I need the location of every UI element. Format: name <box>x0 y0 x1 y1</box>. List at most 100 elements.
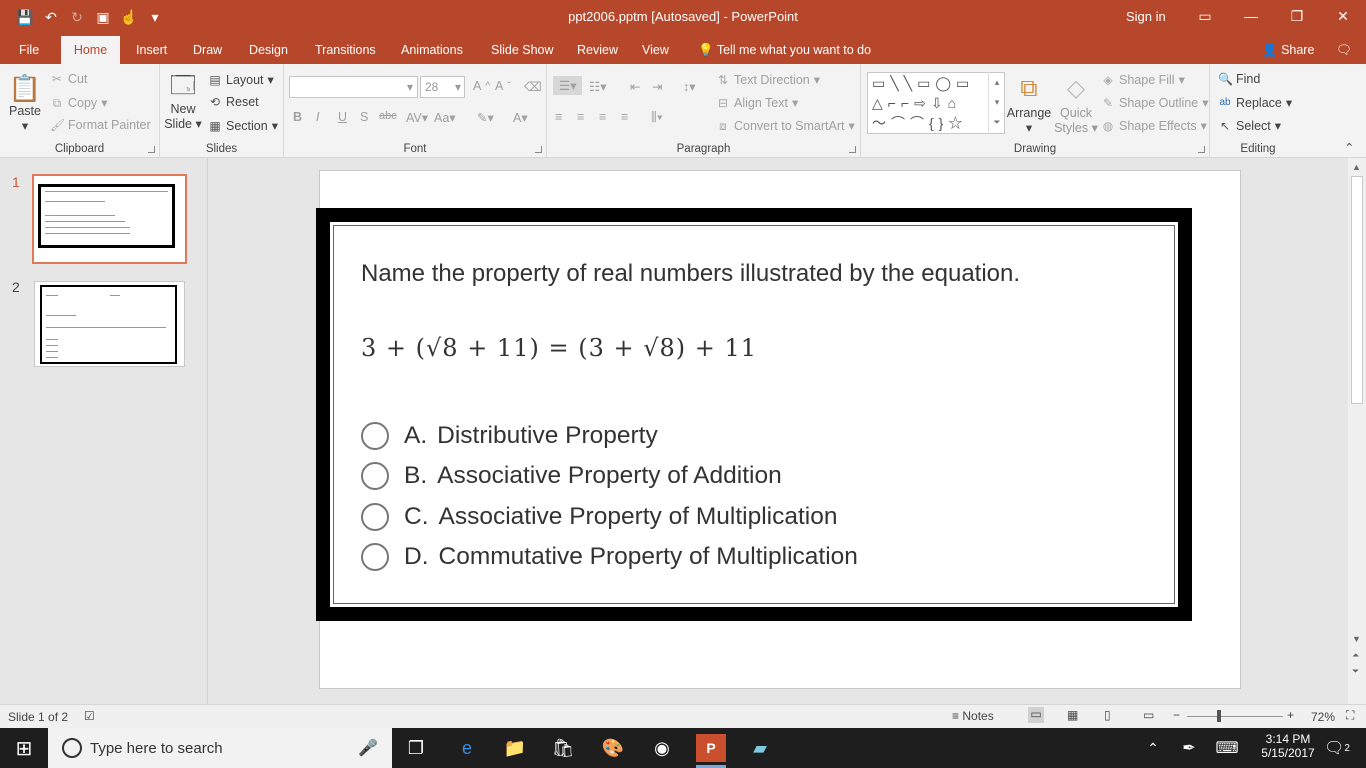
previous-slide-icon[interactable]: ⏶ <box>1352 650 1359 661</box>
increase-indent-icon[interactable]: ⇥ <box>652 79 662 94</box>
pen-icon[interactable]: ✒ <box>1174 734 1204 762</box>
align-text-button[interactable]: ⊟ Align Text ▾ <box>716 95 798 111</box>
scrollbar-thumb[interactable] <box>1351 176 1363 404</box>
copy-button[interactable]: ⧉ Copy ▾ <box>50 95 108 111</box>
cut-button[interactable]: ✂ Cut <box>50 72 87 86</box>
tab-review[interactable]: Review <box>567 36 628 64</box>
slide-sorter-icon[interactable]: ▦ <box>1067 708 1078 722</box>
slide-thumbnail-1[interactable] <box>32 174 187 264</box>
font-size-input[interactable]: 28 ▾ <box>420 76 465 98</box>
notes-app-icon[interactable]: ▰ <box>745 734 775 762</box>
tab-file[interactable]: File <box>9 36 49 64</box>
align-left-icon[interactable]: ≡ <box>555 110 562 124</box>
decrease-font-size-button[interactable]: Aˇ <box>495 79 511 93</box>
chrome-icon[interactable]: ◉ <box>647 734 677 762</box>
select-button[interactable]: ↖ Select ▾ <box>1218 118 1281 134</box>
tell-me-box[interactable]: 💡 Tell me what you want to do <box>688 36 881 64</box>
close-button[interactable]: ✕ <box>1320 0 1366 32</box>
find-button[interactable]: 🔍 Find <box>1218 72 1260 86</box>
zoom-slider-thumb[interactable] <box>1217 710 1221 722</box>
shape-effects-button[interactable]: ◍ Shape Effects ▾ <box>1101 118 1207 134</box>
vertical-scrollbar[interactable]: ▲ ▼ ⏶ ⏷ <box>1348 158 1366 704</box>
text-direction-button[interactable]: ⇅ Text Direction ▾ <box>716 72 820 88</box>
slide-show-icon[interactable]: ▭ <box>1143 708 1154 722</box>
store-icon[interactable]: 🛍 <box>548 734 578 762</box>
dialog-launcher-icon[interactable] <box>148 146 155 153</box>
task-view-icon[interactable]: ❐ <box>401 734 431 762</box>
section-button[interactable]: ▦ Section ▾ <box>208 118 278 134</box>
shape-outline-button[interactable]: ✎ Shape Outline ▾ <box>1101 95 1209 111</box>
align-center-icon[interactable]: ≡ <box>577 110 584 124</box>
reset-button[interactable]: ⟲ Reset <box>208 95 259 109</box>
tab-insert[interactable]: Insert <box>126 36 177 64</box>
share-button[interactable]: 👤 Share <box>1252 36 1324 64</box>
paint-app-icon[interactable]: 🎨 <box>598 734 628 762</box>
normal-view-icon[interactable]: ▭ <box>1028 707 1044 723</box>
scroll-down-icon[interactable]: ▼ <box>1352 634 1361 644</box>
font-name-input[interactable]: ▾ <box>289 76 418 98</box>
format-painter-button[interactable]: 🖌 Format Painter <box>50 118 151 132</box>
slide-canvas[interactable]: Name the property of real numbers illust… <box>316 170 1241 689</box>
dialog-launcher-icon[interactable] <box>1198 146 1205 153</box>
scroll-up-icon[interactable]: ▲ <box>1352 162 1361 172</box>
spell-check-icon[interactable]: ☑ <box>84 709 95 723</box>
convert-smartart-button[interactable]: ⧈ Convert to SmartArt ▾ <box>716 118 855 134</box>
restore-button[interactable]: ❐ <box>1274 0 1320 32</box>
microphone-icon[interactable]: 🎤 <box>358 738 378 758</box>
columns-icon[interactable]: ⫼▾ <box>651 110 663 125</box>
arrange-button[interactable]: ⧉ Arrange ▾ <box>1006 72 1052 136</box>
paste-button[interactable]: 📋 Paste ▾ <box>6 72 44 134</box>
bold-button[interactable]: B <box>293 110 302 124</box>
next-slide-icon[interactable]: ⏷ <box>1352 666 1359 677</box>
zoom-in-icon[interactable]: + <box>1287 708 1294 722</box>
zoom-out-icon[interactable]: − <box>1173 708 1180 722</box>
character-spacing-icon[interactable]: AV▾ <box>406 110 428 125</box>
layout-button[interactable]: ▤ Layout ▾ <box>208 72 273 88</box>
change-case-icon[interactable]: Aa▾ <box>434 110 456 125</box>
file-explorer-icon[interactable]: 📁 <box>500 734 530 762</box>
tab-slide-show[interactable]: Slide Show <box>481 36 564 64</box>
windows-start-icon[interactable]: ⊞ <box>9 734 39 762</box>
clear-formatting-icon[interactable]: ⌫ <box>524 79 542 94</box>
highlight-icon[interactable]: ✎▾ <box>477 110 494 125</box>
collapse-ribbon-icon[interactable]: ⌃ <box>1344 140 1354 155</box>
numbering-icon[interactable]: ☷▾ <box>589 79 606 94</box>
zoom-level[interactable]: 72% <box>1311 710 1335 724</box>
line-spacing-icon[interactable]: ↕▾ <box>683 79 696 94</box>
tab-design[interactable]: Design <box>239 36 298 64</box>
clock[interactable]: 3:14 PM 5/15/2017 <box>1256 732 1320 760</box>
increase-font-size-button[interactable]: A ^ <box>473 79 490 93</box>
strikethrough-button[interactable]: abc <box>379 110 397 122</box>
italic-button[interactable]: I <box>316 110 319 124</box>
shadow-button[interactable]: S <box>360 110 368 124</box>
ribbon-display-options-icon[interactable]: ▭ <box>1182 0 1228 32</box>
zoom-slider[interactable] <box>1187 716 1283 717</box>
align-right-icon[interactable]: ≡ <box>599 110 606 124</box>
tab-draw[interactable]: Draw <box>183 36 232 64</box>
show-hidden-icons-icon[interactable]: ⌃ <box>1138 734 1168 762</box>
replace-button[interactable]: ab Replace ▾ <box>1218 95 1292 111</box>
tab-home[interactable]: Home <box>61 36 120 64</box>
comments-icon[interactable]: 🗨 <box>1326 36 1362 64</box>
powerpoint-icon[interactable]: P <box>696 734 726 762</box>
question-image-frame[interactable]: Name the property of real numbers illust… <box>316 208 1192 621</box>
keyboard-icon[interactable]: ⌨ <box>1212 734 1242 762</box>
justify-icon[interactable]: ≡ <box>621 110 628 124</box>
font-color-icon[interactable]: A▾ <box>513 110 528 125</box>
shape-fill-button[interactable]: ◈ Shape Fill ▾ <box>1101 72 1185 88</box>
taskbar-search-box[interactable]: Type here to search 🎤 <box>48 728 392 768</box>
tab-view[interactable]: View <box>632 36 679 64</box>
decrease-indent-icon[interactable]: ⇤ <box>630 79 640 94</box>
underline-button[interactable]: U <box>338 110 347 124</box>
dialog-launcher-icon[interactable] <box>535 146 542 153</box>
bullets-icon[interactable]: ☰▾ <box>553 76 583 95</box>
tab-transitions[interactable]: Transitions <box>305 36 386 64</box>
dialog-launcher-icon[interactable] <box>849 146 856 153</box>
fit-to-window-icon[interactable]: ⛶ <box>1346 708 1354 723</box>
sign-in-link[interactable]: Sign in <box>1126 9 1166 24</box>
minimize-button[interactable]: — <box>1228 0 1274 32</box>
tab-animations[interactable]: Animations <box>391 36 473 64</box>
action-center-icon[interactable]: 🗨 2 <box>1322 734 1352 762</box>
shapes-gallery[interactable]: ▭╲╲▭◯▭ △⌐⌐⇨⇩⌂ 〜⌒⌒{}☆ <box>867 72 1005 134</box>
new-slide-button[interactable]: 🗔 New Slide ▾ <box>164 70 202 132</box>
